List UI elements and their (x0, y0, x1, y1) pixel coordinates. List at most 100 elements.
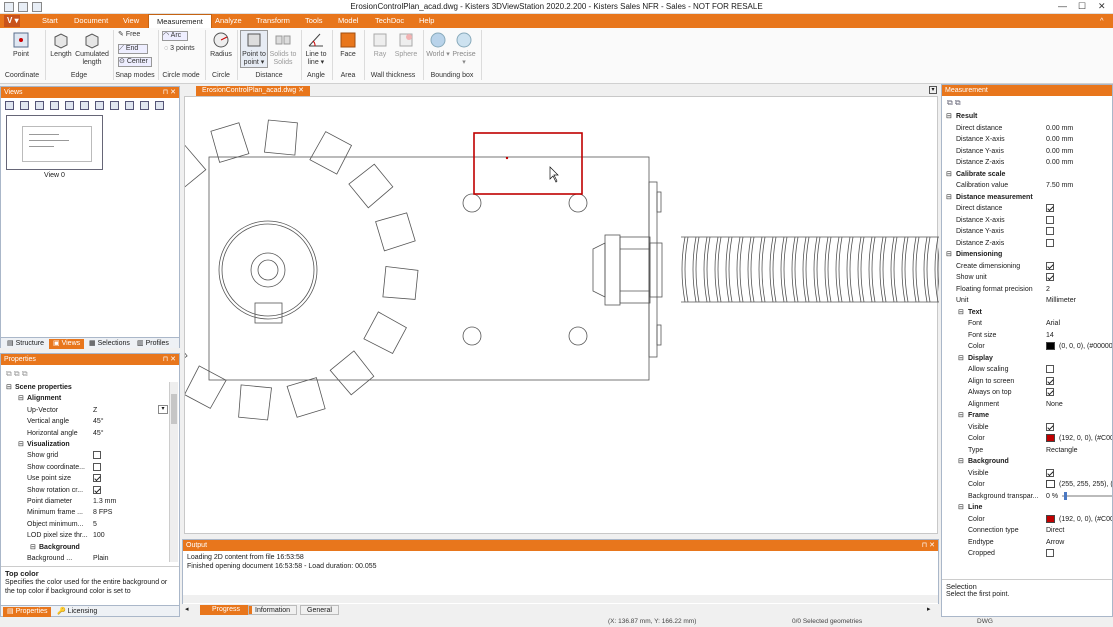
measurement-row[interactable]: Show unit (942, 272, 1112, 283)
collapse-icon[interactable]: ⊟ (946, 192, 952, 203)
property-value[interactable]: Z (93, 405, 97, 416)
view-tool-icon[interactable] (95, 101, 104, 110)
property-row[interactable]: Use point size (1, 473, 169, 484)
property-row[interactable]: Show grid (1, 450, 169, 461)
measurement-row[interactable]: Color (255, 255, 255), (# (942, 479, 1112, 490)
transparency-slider[interactable] (1062, 491, 1112, 500)
measurement-checkbox[interactable] (1046, 549, 1054, 557)
ribbon-collapse-icon[interactable]: ^ (1100, 16, 1104, 25)
measurement-value[interactable]: (192, 0, 0), (#C000 (1059, 433, 1112, 444)
property-row[interactable]: Scene properties ⊟ (1, 382, 169, 393)
measurement-value[interactable]: Rectangle (1046, 445, 1078, 456)
collapse-icon[interactable]: ⊟ (6, 382, 12, 393)
measurement-checkbox[interactable] (1046, 227, 1054, 235)
dropdown-icon[interactable]: ▾ (158, 405, 168, 414)
tab-properties[interactable]: ▤ Properties (3, 607, 52, 617)
measurement-row[interactable]: Font size 14 (942, 330, 1112, 341)
measurement-row[interactable]: Distance Y-axis 0.00 mm (942, 146, 1112, 157)
tab-transform[interactable]: Transform (256, 16, 290, 25)
measurement-row[interactable]: Visible (942, 468, 1112, 479)
measurement-value[interactable]: Direct (1046, 525, 1064, 536)
radius-button[interactable]: Radius (208, 31, 234, 59)
measurement-row[interactable]: Distance X-axis 0.00 mm (942, 134, 1112, 145)
measurement-row[interactable]: Visible (942, 422, 1112, 433)
color-swatch[interactable] (1046, 514, 1055, 523)
measurement-row[interactable]: Font Arial (942, 318, 1112, 329)
snap-end-button[interactable]: ⟋ End (118, 44, 148, 54)
property-row[interactable]: Minimum frame ... 8 FPS (1, 507, 169, 518)
measurement-row[interactable]: Type Rectangle (942, 445, 1112, 456)
tab-licensing[interactable]: 🔑 Licensing (53, 607, 101, 617)
snap-center-button[interactable]: ⊙ Center (118, 57, 152, 67)
view-tool-icon[interactable] (80, 101, 89, 110)
measurement-row[interactable]: Align to screen (942, 376, 1112, 387)
measurement-value[interactable]: 0.00 mm (1046, 123, 1073, 134)
measurement-value[interactable]: 0.00 mm (1046, 146, 1073, 157)
collapse-icon[interactable]: ⊟ (18, 439, 24, 450)
tab-measurement[interactable]: Measurement (148, 14, 212, 28)
property-value[interactable]: 8 FPS (93, 507, 112, 518)
prev-tab-icon[interactable]: ◂ (185, 605, 189, 613)
view-tool-icon[interactable] (5, 101, 14, 110)
property-row[interactable]: Horizontal angle 45° (1, 428, 169, 439)
measurement-row[interactable]: Background ⊟ (942, 456, 1112, 467)
collapse-icon[interactable]: ⊟ (958, 353, 964, 364)
property-row[interactable]: Visualization ⊟ (1, 439, 169, 450)
view-thumbnail[interactable] (6, 115, 103, 170)
measurement-value[interactable]: Millimeter (1046, 295, 1076, 306)
measurement-row[interactable]: Calibration value 7.50 mm (942, 180, 1112, 191)
property-checkbox[interactable] (93, 451, 101, 460)
measurement-checkbox[interactable] (1046, 388, 1054, 396)
measurement-row[interactable]: Color (0, 0, 0), (#000000 (942, 341, 1112, 352)
property-checkbox[interactable] (93, 485, 101, 494)
color-swatch[interactable] (1046, 480, 1055, 488)
tab-information[interactable]: Information (248, 605, 298, 615)
precise-button[interactable]: Precise ▾ (451, 31, 477, 67)
measurement-value[interactable]: 0.00 mm (1046, 134, 1073, 145)
measurement-row[interactable]: Alignment None (942, 399, 1112, 410)
property-value[interactable]: 45° (93, 416, 104, 427)
property-row[interactable]: Object minimum... 5 (1, 519, 169, 530)
measurement-row[interactable]: Always on top (942, 387, 1112, 398)
view-tool-icon[interactable] (35, 101, 44, 110)
view-tool-icon[interactable] (155, 101, 164, 110)
close-icon[interactable]: ✕ (1098, 1, 1106, 12)
view-tool-icon[interactable] (50, 101, 59, 110)
measurement-value[interactable]: 14 (1046, 330, 1054, 341)
property-row[interactable]: Up-Vector Z (1, 405, 169, 416)
collapse-icon[interactable]: ⊟ (958, 307, 964, 318)
measurement-row[interactable]: Color (192, 0, 0), (#C000 (942, 514, 1112, 525)
point-to-point-button[interactable]: Point to point ▾ (240, 30, 268, 68)
measurement-row[interactable]: Line ⊟ (942, 502, 1112, 513)
tab-views[interactable]: ▣ Views (49, 339, 85, 349)
measurement-checkbox[interactable] (1046, 261, 1054, 270)
measurement-row[interactable]: Dimensioning ⊟ (942, 249, 1112, 260)
measurement-row[interactable]: Display ⊟ (942, 353, 1112, 364)
collapse-icon[interactable]: ⊟ (958, 410, 964, 421)
property-value[interactable]: 100 (93, 530, 105, 541)
tab-analyze[interactable]: Analyze (215, 16, 242, 25)
next-tab-icon[interactable]: ▸ (927, 605, 931, 613)
ray-button[interactable]: Ray (367, 31, 393, 59)
measurement-checkbox[interactable] (1046, 468, 1054, 477)
view-tool-icon[interactable] (110, 101, 119, 110)
measurement-row[interactable]: Result ⊟ (942, 111, 1112, 122)
measurement-value[interactable]: (255, 255, 255), (# (1059, 479, 1112, 490)
tab-selections[interactable]: ▦ Selections (85, 339, 134, 349)
collapse-icon[interactable]: ⊟ (946, 249, 952, 260)
measurement-row[interactable]: Unit Millimeter (942, 295, 1112, 306)
measurement-checkbox[interactable] (1046, 215, 1054, 224)
document-list-icon[interactable]: ▾ (929, 86, 937, 94)
measurement-value[interactable]: 0.00 mm (1046, 157, 1073, 168)
tab-profiles[interactable]: ▥ Profiles (133, 339, 173, 349)
property-row[interactable]: Show rotation cr... (1, 485, 169, 496)
measurement-row[interactable]: Direct distance (942, 203, 1112, 214)
property-value[interactable]: 5 (93, 519, 97, 530)
minimize-icon[interactable]: — (1058, 1, 1067, 11)
property-value[interactable]: Plain (93, 553, 109, 562)
property-row[interactable]: LOD pixel size thr... 100 (1, 530, 169, 541)
pin-icon[interactable]: ⊓ ✕ (922, 540, 935, 551)
sphere-button[interactable]: Sphere (393, 31, 419, 59)
measurement-value[interactable]: None (1046, 399, 1063, 410)
measurement-row[interactable]: Frame ⊟ (942, 410, 1112, 421)
